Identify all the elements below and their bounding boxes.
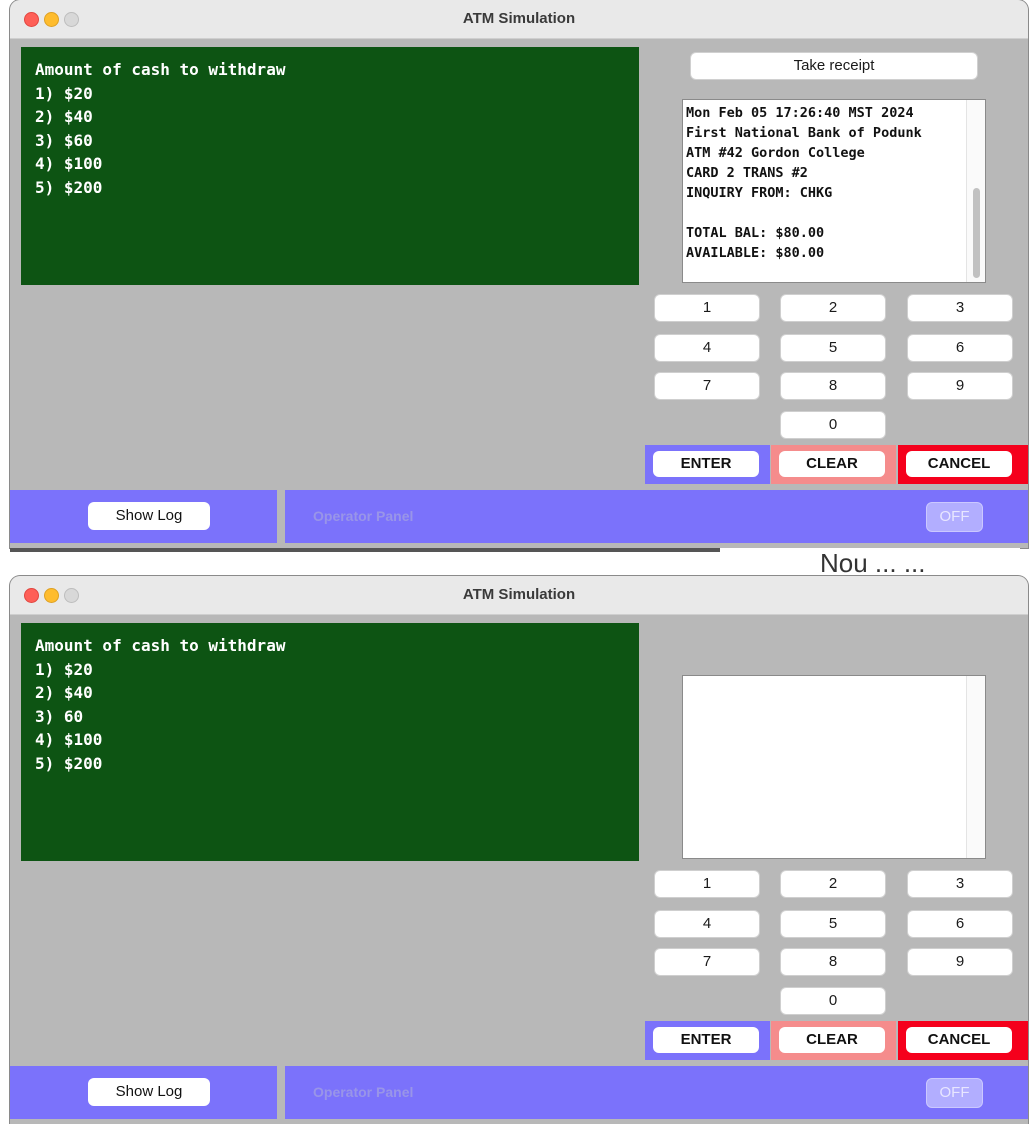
receipt-scrollbar[interactable] bbox=[966, 676, 985, 858]
display-line: 4) $100 bbox=[35, 154, 103, 173]
clear-button[interactable]: CLEAR bbox=[779, 1027, 885, 1053]
take-receipt-button[interactable]: Take receipt bbox=[690, 52, 978, 80]
atm-display: Amount of cash to withdraw 1) $20 2) $40… bbox=[21, 623, 639, 861]
key-3[interactable]: 3 bbox=[907, 870, 1013, 898]
key-2[interactable]: 2 bbox=[780, 870, 886, 898]
receipt-line: INQUIRY FROM: CHKG bbox=[686, 185, 833, 201]
display-line: Amount of cash to withdraw bbox=[35, 636, 286, 655]
receipt-line: CARD 2 TRANS #2 bbox=[686, 165, 808, 181]
receipt-line: TOTAL BAL: $80.00 bbox=[686, 225, 825, 241]
display-line: Amount of cash to withdraw bbox=[35, 60, 286, 79]
key-9[interactable]: 9 bbox=[907, 948, 1013, 976]
key-1[interactable]: 1 bbox=[654, 294, 760, 322]
show-log-button[interactable]: Show Log bbox=[88, 502, 210, 530]
window-title: ATM Simulation bbox=[462, 10, 576, 27]
receipt-printer bbox=[682, 675, 986, 859]
atm-window-1: ATM Simulation Amount of cash to withdra… bbox=[10, 0, 1028, 548]
atm-display: Amount of cash to withdraw 1) $20 2) $40… bbox=[21, 47, 639, 285]
display-line: 2) $40 bbox=[35, 683, 93, 702]
receipt-line: ATM #42 Gordon College bbox=[686, 145, 865, 161]
receipt-line: AVAILABLE: $80.00 bbox=[686, 245, 825, 261]
scrollbar-thumb[interactable] bbox=[973, 188, 980, 278]
clear-button[interactable]: CLEAR bbox=[779, 451, 885, 477]
enter-panel: ENTER bbox=[645, 445, 770, 484]
key-9[interactable]: 9 bbox=[907, 372, 1013, 400]
receipt-line bbox=[686, 203, 922, 223]
cancel-button[interactable]: CANCEL bbox=[906, 451, 1012, 477]
operator-bar-divider bbox=[277, 1066, 285, 1119]
receipt-line: Mon Feb 05 17:26:40 MST 2024 bbox=[686, 105, 914, 121]
window-title: ATM Simulation bbox=[462, 586, 576, 603]
key-6[interactable]: 6 bbox=[907, 334, 1013, 362]
background-text: Nou ... ... bbox=[820, 548, 926, 576]
key-4[interactable]: 4 bbox=[654, 910, 760, 938]
off-button[interactable]: OFF bbox=[926, 502, 983, 532]
title-bar: ATM Simulation bbox=[10, 576, 1028, 615]
key-2[interactable]: 2 bbox=[780, 294, 886, 322]
clear-panel: CLEAR bbox=[771, 1021, 896, 1060]
off-button[interactable]: OFF bbox=[926, 1078, 983, 1108]
receipt-text: Mon Feb 05 17:26:40 MST 2024 First Nation… bbox=[686, 103, 922, 263]
background-window: Nou ... ... bbox=[720, 548, 1020, 576]
operator-bar: Show Log Operator Panel OFF bbox=[10, 1066, 1028, 1119]
key-0[interactable]: 0 bbox=[780, 987, 886, 1015]
receipt-printer: Mon Feb 05 17:26:40 MST 2024 First Nation… bbox=[682, 99, 986, 283]
atm-window-2: ATM Simulation Amount of cash to withdra… bbox=[10, 576, 1028, 1124]
key-5[interactable]: 5 bbox=[780, 910, 886, 938]
display-line: 3) 60 bbox=[35, 706, 84, 726]
key-0[interactable]: 0 bbox=[780, 411, 886, 439]
key-5[interactable]: 5 bbox=[780, 334, 886, 362]
display-line: 3) $60 bbox=[35, 130, 93, 150]
operator-bar: Show Log Operator Panel OFF bbox=[10, 490, 1028, 543]
enter-panel: ENTER bbox=[645, 1021, 770, 1060]
cancel-panel: CANCEL bbox=[898, 1021, 1028, 1060]
key-8[interactable]: 8 bbox=[780, 372, 886, 400]
operator-panel-label: Operator Panel bbox=[313, 1084, 414, 1100]
key-6[interactable]: 6 bbox=[907, 910, 1013, 938]
display-line: 2) $40 bbox=[35, 107, 93, 126]
key-7[interactable]: 7 bbox=[654, 372, 760, 400]
display-line: 5) $200 bbox=[35, 177, 103, 197]
show-log-button[interactable]: Show Log bbox=[88, 1078, 210, 1106]
clear-panel: CLEAR bbox=[771, 445, 896, 484]
receipt-scrollbar[interactable] bbox=[966, 100, 985, 282]
display-line: 1) $20 bbox=[35, 659, 93, 679]
key-3[interactable]: 3 bbox=[907, 294, 1013, 322]
key-1[interactable]: 1 bbox=[654, 870, 760, 898]
key-4[interactable]: 4 bbox=[654, 334, 760, 362]
display-line: 4) $100 bbox=[35, 730, 103, 749]
key-7[interactable]: 7 bbox=[654, 948, 760, 976]
title-bar: ATM Simulation bbox=[10, 0, 1028, 39]
display-line: 1) $20 bbox=[35, 83, 93, 103]
enter-button[interactable]: ENTER bbox=[653, 451, 759, 477]
key-8[interactable]: 8 bbox=[780, 948, 886, 976]
window-shadow-edge bbox=[10, 548, 720, 552]
display-line: 5) $200 bbox=[35, 753, 103, 773]
cancel-button[interactable]: CANCEL bbox=[906, 1027, 1012, 1053]
enter-button[interactable]: ENTER bbox=[653, 1027, 759, 1053]
operator-bar-divider bbox=[277, 490, 285, 543]
receipt-line: First National Bank of Podunk bbox=[686, 125, 922, 141]
operator-panel-label: Operator Panel bbox=[313, 508, 414, 524]
cancel-panel: CANCEL bbox=[898, 445, 1028, 484]
